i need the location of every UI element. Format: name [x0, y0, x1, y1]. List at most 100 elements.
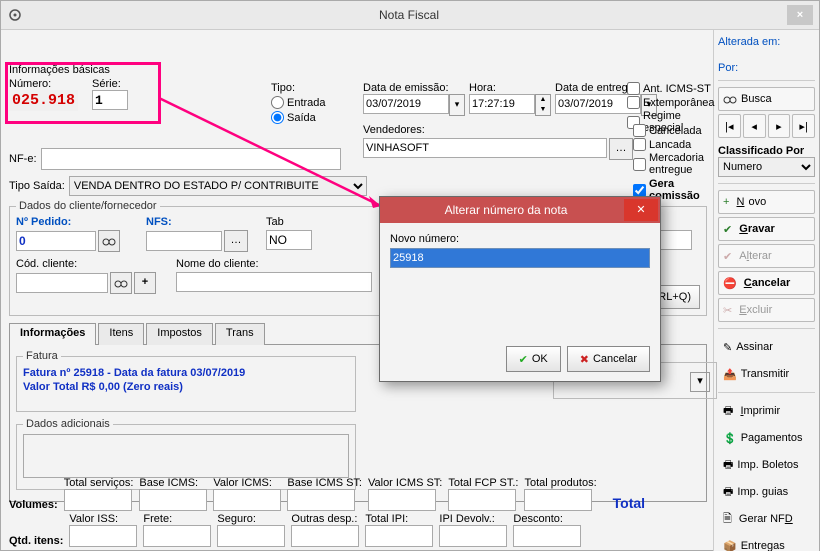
cliente-legend: Dados do cliente/fornecedor: [16, 200, 160, 212]
valor-iss-label: Valor ISS:: [69, 513, 137, 525]
transmitir-button[interactable]: 📤Transmitir: [718, 362, 815, 386]
tab-transporte[interactable]: Trans: [215, 323, 265, 345]
outras-input[interactable]: [291, 525, 359, 547]
cancelada-checkbox[interactable]: Cancelada: [633, 124, 713, 137]
desconto-label: Desconto:: [513, 513, 581, 525]
tipo-label: Tipo:: [271, 82, 356, 94]
cancelar-button[interactable]: ⛔ Cancelar: [718, 271, 815, 295]
nav-next-button[interactable]: ▸: [768, 114, 791, 138]
dados-adicionais-legend: Dados adicionais: [23, 418, 113, 430]
mensagens-dropdown[interactable]: ▾: [690, 372, 710, 392]
extemporanea-checkbox[interactable]: Extemporânea: [627, 96, 715, 109]
alterada-label: Alterada em:: [718, 36, 815, 48]
numero-value: 025.918: [9, 90, 78, 111]
gerar-nfd-button[interactable]: 🗎 Gerar NFD: [718, 507, 815, 531]
serie-input[interactable]: [92, 90, 128, 110]
entregas-button[interactable]: 📦Entregas: [718, 534, 815, 551]
emissao-input[interactable]: [363, 94, 449, 114]
seguro-input[interactable]: [217, 525, 285, 547]
total-prod-input[interactable]: [524, 489, 592, 511]
window-close-button[interactable]: ×: [787, 5, 813, 25]
volumes-label: Volumes:: [9, 499, 58, 511]
tipo-saida-select[interactable]: VENDA DENTRO DO ESTADO P/ CONTRIBUITE: [69, 176, 367, 196]
tab-informacoes[interactable]: Informações: [9, 323, 96, 345]
hora-input[interactable]: [469, 94, 535, 114]
fatura-legend: Fatura: [23, 350, 61, 362]
numero-label: Número:: [9, 78, 78, 90]
total-ipi-input[interactable]: [365, 525, 433, 547]
valor-iss-input[interactable]: [69, 525, 137, 547]
mercadoria-checkbox[interactable]: Mercadoria entregue: [633, 152, 713, 176]
tab-label: Tab: [266, 216, 316, 228]
truck-icon: 📦: [723, 540, 737, 551]
nfe-input[interactable]: [41, 148, 341, 170]
dialog-ok-button[interactable]: ✔OK: [506, 346, 561, 372]
cod-cliente-add-button[interactable]: +: [134, 272, 156, 294]
tab-input[interactable]: [266, 230, 312, 250]
nfs-input[interactable]: [146, 231, 222, 251]
alterar-button[interactable]: ✔ Alterar: [718, 244, 815, 268]
nav-prev-button[interactable]: ◂: [743, 114, 766, 138]
emissao-label: Data de emissão:: [363, 82, 465, 94]
vendedores-lookup-button[interactable]: …: [609, 138, 633, 160]
pen-icon: ✎: [723, 341, 732, 354]
imprimir-button[interactable]: 🖶 Imprimir: [718, 399, 815, 423]
nav-first-button[interactable]: |◂: [718, 114, 741, 138]
tab-itens[interactable]: Itens: [98, 323, 144, 345]
total-serv-input[interactable]: [64, 489, 132, 511]
cod-cliente-search-button[interactable]: [110, 272, 132, 294]
binoculars-icon: [114, 276, 128, 290]
pedido-input[interactable]: [16, 231, 96, 251]
side-panel: Alterada em: Por: Busca |◂ ◂ ▸ ▸| Classi…: [713, 30, 819, 551]
total-ipi-label: Total IPI:: [365, 513, 433, 525]
novo-button[interactable]: + Novo: [718, 190, 815, 214]
dialog-close-button[interactable]: ✕: [624, 199, 658, 221]
busca-button[interactable]: Busca: [718, 87, 815, 111]
valor-icms-st-label: Valor ICMS ST:: [368, 477, 442, 489]
emissao-dropdown[interactable]: ▾: [449, 94, 465, 116]
dados-adicionais-textarea[interactable]: [23, 434, 349, 478]
base-icms-input[interactable]: [139, 489, 207, 511]
novo-numero-input[interactable]: [390, 248, 650, 268]
status-flags: Cancelada Lancada Mercadoria entregue: [633, 124, 713, 177]
base-icms-st-input[interactable]: [287, 489, 355, 511]
nome-cliente-label: Nome do cliente:: [176, 258, 376, 270]
lancada-checkbox[interactable]: Lancada: [633, 138, 713, 151]
classificado-select[interactable]: Numero: [718, 157, 815, 177]
pedido-search-button[interactable]: [98, 230, 120, 252]
imp-guias-button[interactable]: 🖶Imp. guias: [718, 480, 815, 504]
vendedores-group: Vendedores: …: [363, 124, 633, 160]
pagamentos-button[interactable]: 💲Pagamentos: [718, 426, 815, 450]
gear-icon: [7, 7, 23, 23]
valor-icms-input[interactable]: [213, 489, 281, 511]
tipo-entrada-radio[interactable]: Entrada: [271, 96, 356, 109]
tipo-saida-group: Tipo Saída: VENDA DENTRO DO ESTADO P/ CO…: [9, 176, 367, 196]
nome-cliente-input[interactable]: [176, 272, 372, 292]
pedido-label: Nº Pedido:: [16, 216, 136, 228]
total-fcp-input[interactable]: [448, 489, 516, 511]
ipi-dev-input[interactable]: [439, 525, 507, 547]
excluir-button[interactable]: ✂ Excluir: [718, 298, 815, 322]
desconto-input[interactable]: [513, 525, 581, 547]
vendedores-input[interactable]: [363, 138, 607, 158]
titlebar: Nota Fiscal ×: [1, 1, 819, 30]
frete-input[interactable]: [143, 525, 211, 547]
tipo-saida-radio[interactable]: Saída: [271, 111, 356, 124]
binoculars-icon: [723, 92, 737, 106]
nfs-lookup-button[interactable]: …: [224, 230, 248, 252]
assinar-button[interactable]: ✎Assinar: [718, 335, 815, 359]
tab-impostos[interactable]: Impostos: [146, 323, 213, 345]
dialog-cancel-button[interactable]: ✖Cancelar: [567, 346, 650, 372]
check-icon: ✔: [723, 223, 732, 236]
ant-icms-checkbox[interactable]: Ant. ICMS-ST: [627, 82, 715, 95]
imp-boletos-button[interactable]: 🖶Imp. Boletos: [718, 453, 815, 477]
hora-spinner[interactable]: ▲▼: [535, 94, 551, 116]
gravar-button[interactable]: ✔ Gravar: [718, 217, 815, 241]
qtditens-label: Qtd. itens:: [9, 535, 63, 547]
hora-label: Hora:: [469, 82, 551, 94]
cod-cliente-input[interactable]: [16, 273, 108, 293]
binoculars-icon: [102, 234, 116, 248]
dialog-titlebar: Alterar número da nota ✕: [380, 197, 660, 223]
valor-icms-st-input[interactable]: [368, 489, 436, 511]
nav-last-button[interactable]: ▸|: [792, 114, 815, 138]
